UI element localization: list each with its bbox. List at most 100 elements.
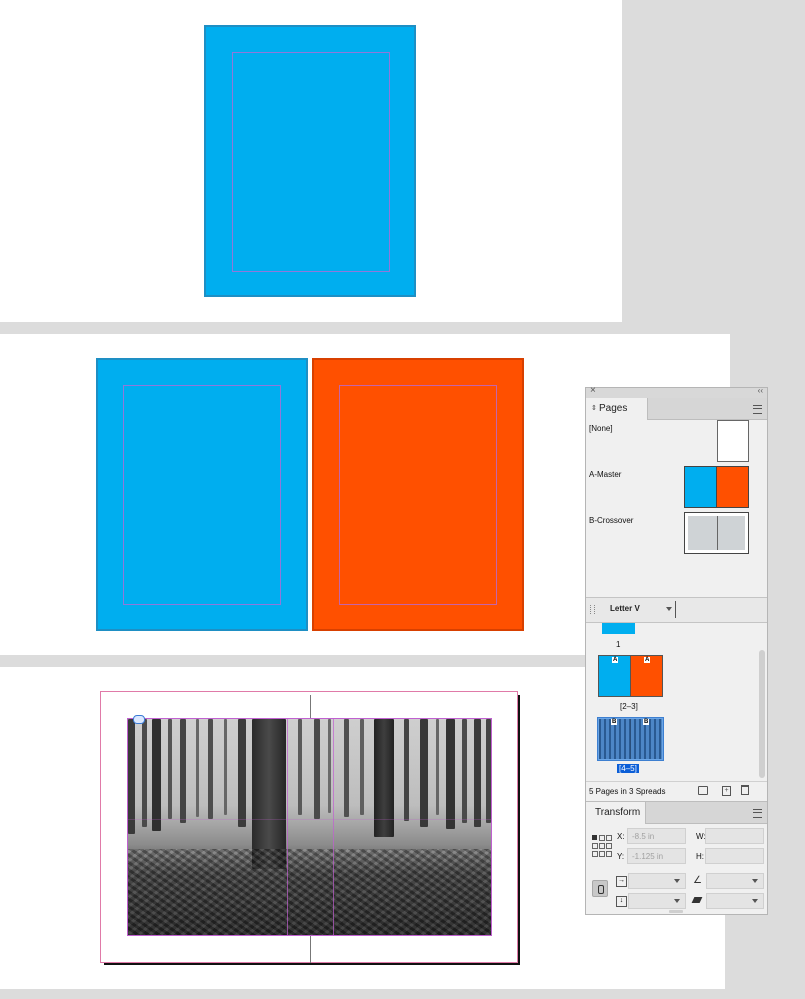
- x-label: X:: [617, 832, 625, 841]
- pages-scrollbar[interactable]: [759, 650, 765, 778]
- transform-menu-icon[interactable]: [753, 809, 762, 818]
- tree-trunk: [474, 719, 481, 827]
- chevron-down-icon[interactable]: [674, 879, 680, 883]
- margin-guide: [339, 385, 497, 605]
- tree-trunk: [180, 719, 186, 823]
- tree-trunk: [128, 719, 135, 834]
- spread-2-3-thumb[interactable]: A A: [598, 655, 663, 697]
- reference-point-grid[interactable]: [592, 835, 612, 857]
- tree-trunk: [224, 719, 227, 815]
- master-b-pages: [688, 516, 745, 550]
- master-none-label: [None]: [589, 424, 613, 433]
- tree-trunk: [142, 719, 147, 827]
- spread-2-3-label: [2–3]: [620, 702, 638, 711]
- edit-page-size-icon[interactable]: [698, 786, 708, 795]
- panel-resize-handle[interactable]: [669, 910, 683, 913]
- tab-transform-label: Transform: [595, 807, 641, 818]
- page-size-select[interactable]: Letter V: [610, 604, 640, 613]
- page-2[interactable]: [96, 358, 308, 631]
- pages-status-text: 5 Pages in 3 Spreads: [589, 787, 666, 796]
- page-1-thumb[interactable]: [602, 623, 635, 634]
- tree-trunk: [208, 719, 213, 819]
- scale-y-icon: ↓: [616, 896, 627, 907]
- collapse-icon[interactable]: ‹‹: [758, 386, 763, 395]
- close-icon[interactable]: ×: [590, 385, 596, 396]
- ground-foliage: [128, 849, 491, 935]
- h-field[interactable]: [705, 848, 764, 864]
- chevron-down-icon[interactable]: [752, 879, 758, 883]
- tree-trunk: [360, 719, 364, 815]
- constrain-proportions-button[interactable]: [592, 880, 608, 897]
- spread-4-5-label: [4–5]: [617, 764, 639, 773]
- tree-trunk: [436, 719, 439, 815]
- master-a-right-page: [716, 467, 748, 507]
- divider-grip-icon[interactable]: [590, 605, 595, 614]
- pages-status-row: 5 Pages in 3 Spreads +: [586, 781, 767, 801]
- page-3-thumb: A: [630, 656, 662, 696]
- master-b-label: B-Crossover: [589, 516, 634, 525]
- spread-4-5-image: B B: [599, 719, 662, 759]
- tab-pages[interactable]: ⇕ Pages: [586, 398, 648, 420]
- scale-y-field[interactable]: [628, 893, 686, 909]
- pages-tabbar: ⇕ Pages: [586, 398, 767, 420]
- rotate-icon: ∠: [693, 875, 702, 886]
- tab-transform[interactable]: Transform: [586, 802, 646, 824]
- rotate-field[interactable]: [706, 873, 764, 889]
- master-b-thumb[interactable]: [684, 512, 749, 554]
- page-2-thumb: A: [599, 656, 630, 696]
- x-field[interactable]: -8.5 in: [627, 828, 686, 844]
- frame-guide: [333, 719, 334, 935]
- page-4-master-prefix: B: [611, 719, 618, 725]
- new-page-icon[interactable]: +: [722, 786, 731, 796]
- spread-1: [0, 0, 622, 322]
- master-a-left-page: [685, 467, 716, 507]
- forest-image[interactable]: [127, 718, 492, 936]
- page-3[interactable]: [312, 358, 524, 631]
- page-1[interactable]: [204, 25, 416, 297]
- tree-trunk: [344, 719, 349, 817]
- tree-trunk: [196, 719, 199, 817]
- frame-guide: [128, 819, 491, 820]
- tree-trunk: [298, 719, 302, 815]
- tree-trunk: [462, 719, 467, 823]
- margin-guide: [232, 52, 390, 272]
- panel-dock: × ‹‹ ⇕ Pages [None] A-Master B-Crossover…: [585, 385, 768, 915]
- y-field[interactable]: -1.125 in: [627, 848, 686, 864]
- panel-menu-icon[interactable]: [753, 405, 762, 414]
- margin-guide: [123, 385, 281, 605]
- page-5-master-prefix: B: [643, 719, 650, 725]
- trash-icon[interactable]: [741, 785, 749, 795]
- tree-trunk: [328, 719, 331, 813]
- tab-pages-label: Pages: [599, 403, 628, 414]
- scale-x-field[interactable]: [628, 873, 686, 889]
- tree-trunk: [314, 719, 320, 819]
- tab-stepper-icon: ⇕: [591, 405, 597, 412]
- tree-trunk: [152, 719, 161, 831]
- page-2-master-prefix: A: [612, 657, 619, 663]
- tree-trunk: [446, 719, 455, 829]
- page-3-master-prefix: A: [644, 657, 651, 663]
- chevron-down-icon[interactable]: [752, 899, 758, 903]
- y-label: Y:: [617, 852, 625, 861]
- chevron-down-icon[interactable]: [674, 899, 680, 903]
- h-label: H:: [696, 852, 704, 861]
- select-caret: [675, 601, 676, 618]
- chain-link-icon: [598, 885, 604, 894]
- shear-icon: [691, 897, 703, 903]
- tree-trunk: [486, 719, 491, 823]
- master-a-thumb[interactable]: [684, 466, 749, 508]
- tree-trunk: [404, 719, 409, 821]
- tree-trunk: [420, 719, 428, 827]
- master-a-label: A-Master: [589, 470, 622, 479]
- master-none-thumb[interactable]: [717, 420, 749, 462]
- section-divider: Letter V: [586, 597, 767, 623]
- chevron-down-icon[interactable]: [666, 607, 672, 611]
- frame-guide: [287, 719, 288, 935]
- w-field[interactable]: [705, 828, 764, 844]
- page-1-label: 1: [616, 640, 621, 649]
- spread-4-5-thumb[interactable]: B B: [597, 717, 664, 761]
- tree-trunk-large: [252, 719, 286, 869]
- content-grabber-icon[interactable]: [133, 715, 145, 724]
- transform-tabbar: Transform: [586, 801, 767, 824]
- shear-field[interactable]: [706, 893, 764, 909]
